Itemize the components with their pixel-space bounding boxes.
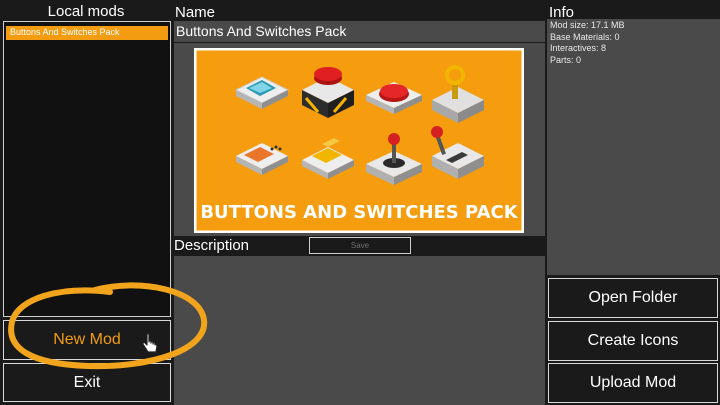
upload-mod-button[interactable]: Upload Mod [548, 363, 718, 403]
info-mod-size: Mod size: 17.1 MB [550, 20, 625, 30]
description-title: Description [174, 237, 250, 254]
info-panel: Mod size: 17.1 MB Base Materials: 0 Inte… [547, 19, 720, 275]
name-title: Name [175, 4, 216, 21]
open-folder-button[interactable]: Open Folder [548, 278, 718, 318]
exit-label: Exit [73, 373, 101, 391]
list-item-buttons-and-switches-pack[interactable]: Buttons And Switches Pack [6, 26, 168, 40]
create-icons-button[interactable]: Create Icons [548, 321, 718, 361]
local-mods-title: Local mods [47, 3, 125, 20]
info-interactives: Interactives: 8 [550, 43, 607, 53]
exit-button[interactable]: Exit [3, 363, 171, 402]
save-label: Save [350, 241, 370, 250]
info-base-materials: Base Materials: 0 [550, 31, 620, 42]
create-icons-label: Create Icons [587, 332, 679, 349]
open-folder-label: Open Folder [588, 289, 678, 306]
preview-artwork: BUTTONS AND SWITCHES PACK [191, 45, 527, 236]
mod-name-field[interactable]: Buttons And Switches Pack [174, 21, 545, 42]
local-mods-list[interactable]: Buttons And Switches Pack [3, 21, 171, 317]
info-parts: Parts: 0 [550, 54, 582, 65]
mod-name-value: Buttons And Switches Pack [176, 23, 347, 39]
new-mod-label: New Mod [53, 331, 121, 348]
upload-mod-label: Upload Mod [589, 374, 677, 391]
pointer-cursor-icon [142, 333, 158, 353]
banner-text: BUTTONS AND SWITCHES PACK [200, 202, 518, 223]
preview-image[interactable]: BUTTONS AND SWITCHES PACK [191, 45, 527, 236]
description-textarea[interactable] [174, 256, 545, 405]
save-button[interactable]: Save [309, 237, 411, 254]
